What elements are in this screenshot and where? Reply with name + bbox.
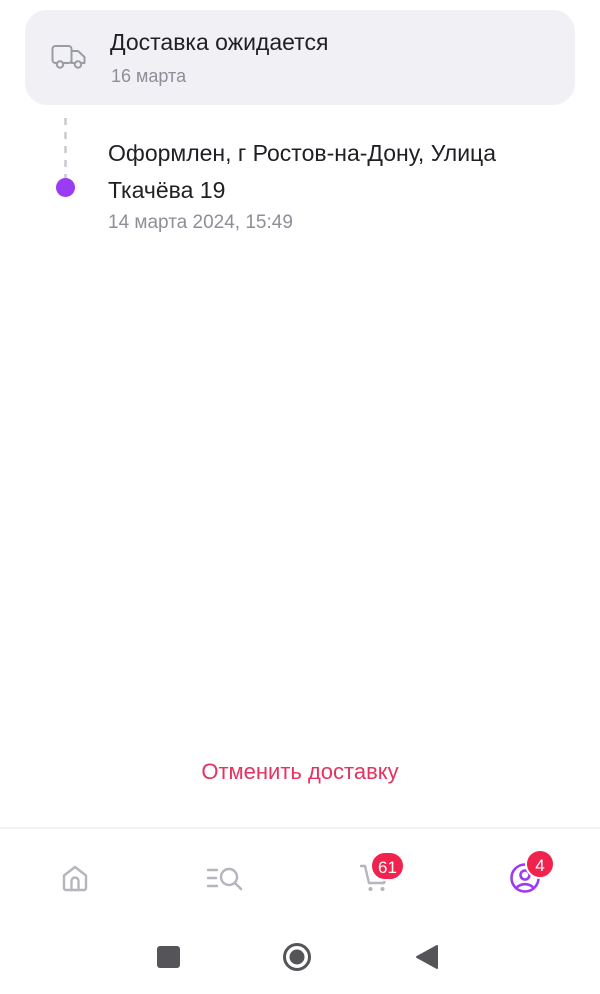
delivery-status-title: Доставка ожидается bbox=[110, 29, 329, 55]
profile-notification-badge: 4 bbox=[525, 849, 555, 879]
home-circle-icon[interactable] bbox=[282, 942, 312, 972]
delivery-status-card: Доставка ожидается 16 марта bbox=[25, 10, 575, 105]
cancel-delivery-button[interactable]: Отменить доставку bbox=[0, 755, 600, 789]
timeline-connector bbox=[64, 118, 67, 178]
timeline-dot bbox=[56, 178, 75, 197]
bottom-nav-divider bbox=[0, 827, 600, 829]
catalog-search-icon bbox=[206, 867, 243, 891]
nav-catalog[interactable] bbox=[202, 855, 248, 901]
truck-icon bbox=[51, 45, 86, 69]
order-tracking-screen: Доставка ожидается 16 марта Оформлен, г … bbox=[0, 0, 600, 994]
timeline-event-text: Оформлен, г Ростов-на-Дону, Улица Ткачёв… bbox=[108, 140, 497, 203]
home-icon bbox=[62, 865, 88, 892]
back-triangle-icon[interactable] bbox=[415, 944, 439, 970]
cart-count-badge: 61 bbox=[370, 851, 405, 881]
delivery-expected-date: 16 марта bbox=[111, 66, 187, 86]
recents-icon[interactable] bbox=[157, 946, 180, 968]
nav-home[interactable] bbox=[52, 855, 98, 901]
timeline-event-timestamp: 14 марта 2024, 15:49 bbox=[108, 212, 293, 233]
